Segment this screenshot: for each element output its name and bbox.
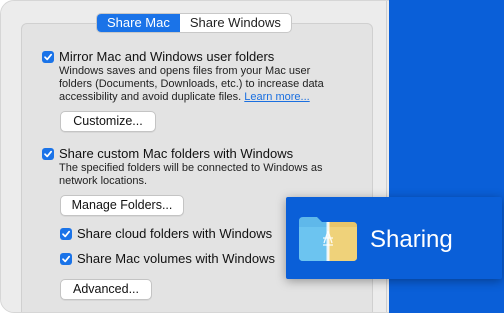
checkmark-icon: [62, 255, 71, 263]
mirror-checkbox[interactable]: [42, 51, 54, 63]
mirror-label: Mirror Mac and Windows user folders: [59, 49, 275, 64]
cloud-folders-label: Share cloud folders with Windows: [77, 226, 273, 241]
shared-folder-icon: [299, 217, 357, 261]
checkmark-icon: [62, 230, 71, 238]
custom-folders-label: Share custom Mac folders with Windows: [59, 146, 294, 161]
manage-folders-button[interactable]: Manage Folders...: [60, 195, 184, 216]
custom-folders-description: The specified folders will be connected …: [59, 162, 323, 187]
tab-bar: Share Mac Share Windows: [96, 13, 292, 33]
custom-folders-checkbox[interactable]: [42, 148, 54, 160]
tab-share-windows[interactable]: Share Windows: [180, 14, 291, 32]
cloud-folders-checkbox[interactable]: [60, 228, 72, 240]
sharing-label: Sharing: [370, 226, 453, 253]
mac-volumes-checkbox[interactable]: [60, 253, 72, 265]
checkmark-icon: [44, 53, 53, 61]
customize-button[interactable]: Customize...: [60, 111, 156, 132]
learn-more-link[interactable]: Learn more...: [244, 91, 309, 103]
checkmark-icon: [44, 150, 53, 158]
mirror-description: Windows saves and opens files from your …: [59, 65, 324, 103]
mac-volumes-label: Share Mac volumes with Windows: [77, 251, 275, 266]
advanced-button[interactable]: Advanced...: [60, 279, 152, 300]
tab-share-mac[interactable]: Share Mac: [97, 14, 180, 32]
